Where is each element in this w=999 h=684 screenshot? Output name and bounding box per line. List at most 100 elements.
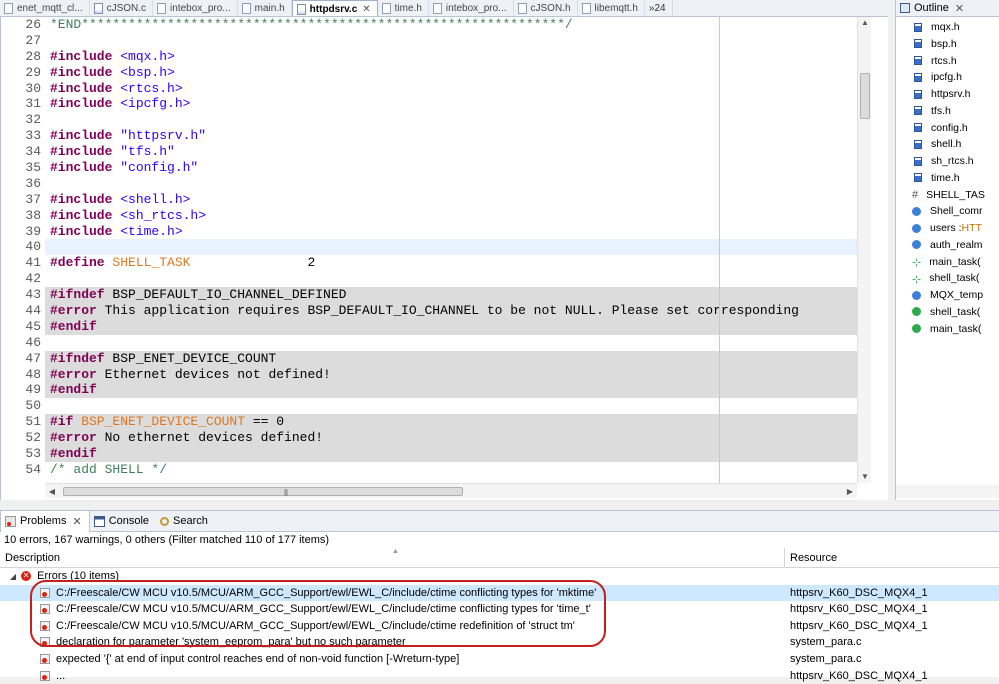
more-tabs-button[interactable]: »24: [645, 0, 673, 16]
outline-item[interactable]: shell.h: [914, 136, 961, 152]
code-line[interactable]: #include <shell.h>: [45, 192, 857, 208]
code-line[interactable]: #include <bsp.h>: [45, 65, 857, 81]
outline-item[interactable]: users : HTT: [912, 220, 982, 236]
code-editor[interactable]: 26 27 28 29 30 31 32 33 34 35 36 37 38 39 40 41 42 43 44 45…: [0, 17, 888, 500]
outline-item-label: main_task(: [930, 322, 982, 335]
code-line[interactable]: #include <mqx.h>: [45, 49, 857, 65]
view-tab-search[interactable]: Search: [156, 511, 215, 532]
outline-item[interactable]: Shell_comr: [912, 203, 983, 219]
outline-item-label: bsp.h: [931, 37, 957, 50]
code-line[interactable]: #error Ethernet devices not defined!: [45, 366, 857, 383]
outline-item[interactable]: # SHELL_TAS: [912, 187, 985, 203]
line-number: 29: [25, 64, 41, 80]
outline-item[interactable]: mqx.h: [914, 19, 960, 35]
line-number: 52: [25, 430, 41, 446]
code-line[interactable]: #include <ipcfg.h>: [45, 96, 857, 112]
editor-tab[interactable]: time.h: [378, 0, 429, 16]
code-line[interactable]: #if BSP_ENET_DEVICE_COUNT == 0: [45, 414, 857, 431]
editor-tab[interactable]: intebox_pro...: [429, 0, 514, 16]
outline-item[interactable]: rtcs.h: [914, 53, 957, 69]
view-tab-console[interactable]: Console: [90, 511, 156, 532]
scroll-right-arrow-icon[interactable]: ▶: [843, 484, 857, 499]
scroll-left-arrow-icon[interactable]: ◀: [45, 484, 59, 499]
editor-tab[interactable]: cJSON.c: [90, 0, 154, 16]
outline-item[interactable]: ipcfg.h: [914, 69, 962, 85]
code-line[interactable]: [45, 271, 857, 287]
variable-icon: [912, 206, 921, 216]
outline-item[interactable]: MQX_temp: [912, 287, 983, 303]
scrollbar-thumb[interactable]: [860, 73, 870, 119]
code-line[interactable]: #include "httpsrv.h": [45, 128, 857, 144]
close-icon[interactable]: ✕: [955, 2, 964, 15]
outline-item[interactable]: httpsrv.h: [914, 86, 971, 102]
code-line[interactable]: #error This application requires BSP_DEF…: [45, 303, 857, 319]
code-line[interactable]: #endif: [45, 382, 857, 399]
outline-item[interactable]: auth_realm: [912, 237, 983, 253]
outline-item[interactable]: time.h: [914, 170, 960, 186]
outline-item[interactable]: bsp.h: [914, 36, 957, 52]
code-line[interactable]: [45, 335, 857, 351]
code-line[interactable]: [45, 176, 857, 192]
editor-tab[interactable]: cJSON.h: [514, 0, 578, 16]
outline-tab[interactable]: Outline ✕: [896, 0, 999, 17]
editor-tab[interactable]: libemqtt.h: [578, 0, 645, 16]
code-line[interactable]: [45, 33, 857, 49]
editor-vertical-scrollbar[interactable]: ▲ ▼: [857, 17, 871, 483]
code-line[interactable]: #ifndef BSP_ENET_DEVICE_COUNT: [45, 350, 857, 367]
code-line[interactable]: [45, 239, 857, 256]
view-tab-label: Problems: [20, 515, 67, 527]
outline-item[interactable]: main_task(: [912, 321, 982, 337]
column-header-resource[interactable]: Resource: [785, 548, 999, 568]
editor-tab[interactable]: httpdsrv.c ✕: [291, 0, 378, 16]
outline-item[interactable]: ⊹ shell_task(: [912, 270, 980, 286]
outline-item[interactable]: ⊹ main_task(: [912, 254, 981, 270]
outline-item[interactable]: tfs.h: [914, 103, 951, 119]
problem-row[interactable]: C:/Freescale/CW MCU v10.5/MCU/ARM_GCC_Su…: [0, 584, 999, 602]
code-line[interactable]: [45, 398, 857, 414]
code-line[interactable]: #include <sh_rtcs.h>: [45, 208, 857, 224]
code-line[interactable]: #error No ethernet devices defined!: [45, 430, 857, 447]
code-line[interactable]: [45, 112, 857, 128]
editor-tab[interactable]: intebox_pro...: [153, 0, 238, 16]
problem-row[interactable]: declaration for parameter 'system_eeprom…: [0, 634, 999, 651]
editor-horizontal-scrollbar[interactable]: ◀ ⦀ ▶: [45, 483, 857, 498]
error-marker-icon: [40, 637, 50, 648]
outline-item[interactable]: shell_task(: [912, 304, 980, 320]
expand-triangle-icon[interactable]: ◢: [8, 569, 18, 585]
problem-row[interactable]: C:/Freescale/CW MCU v10.5/MCU/ARM_GCC_Su…: [0, 601, 999, 618]
outline-horizontal-scrollbar[interactable]: [896, 485, 999, 498]
editor-tab[interactable]: enet_mqtt_cl...: [0, 0, 90, 16]
code-line[interactable]: #include "config.h": [45, 160, 857, 176]
problem-row[interactable]: ... httpsrv_K60_DSC_MQX4_1: [0, 668, 999, 684]
code-line[interactable]: #endif: [45, 446, 857, 462]
code-line[interactable]: #define SHELL_TASK 2: [45, 255, 857, 271]
view-tab-problems[interactable]: Problems ✕: [0, 510, 90, 532]
problem-description: declaration for parameter 'system_eeprom…: [56, 636, 406, 649]
code-line[interactable]: /* add SHELL */: [45, 462, 857, 478]
error-group-row[interactable]: ◢ ✕ Errors (10 items): [0, 568, 999, 585]
scroll-down-arrow-icon[interactable]: ▼: [858, 471, 872, 483]
outline-item[interactable]: config.h: [914, 120, 968, 136]
problem-description: C:/Freescale/CW MCU v10.5/MCU/ARM_GCC_Su…: [56, 619, 575, 632]
code-line[interactable]: *END************************************…: [45, 17, 857, 33]
scrollbar-thumb[interactable]: ⦀: [63, 487, 463, 498]
editor-tab[interactable]: main.h: [238, 0, 292, 16]
line-number: 47: [25, 350, 41, 366]
problem-row[interactable]: expected '{' at end of input control rea…: [0, 651, 999, 668]
code-text: <shell.h>: [112, 191, 191, 207]
outline-item-label: shell_task(: [929, 272, 980, 285]
file-icon: [581, 3, 591, 14]
outline-item[interactable]: sh_rtcs.h: [914, 153, 974, 169]
close-icon[interactable]: ✕: [72, 515, 81, 528]
code-line[interactable]: #endif: [45, 318, 857, 335]
code-line[interactable]: #ifndef BSP_DEFAULT_IO_CHANNEL_DEFINED: [45, 287, 857, 304]
close-icon[interactable]: ✕: [362, 4, 370, 15]
code-line[interactable]: #include <rtcs.h>: [45, 81, 857, 97]
code-line[interactable]: #include <time.h>: [45, 224, 857, 240]
code-text: <sh_rtcs.h>: [112, 207, 207, 223]
code-line[interactable]: #include "tfs.h": [45, 144, 857, 160]
code-area[interactable]: *END************************************…: [45, 17, 857, 483]
scroll-up-arrow-icon[interactable]: ▲: [858, 17, 872, 29]
problem-row[interactable]: C:/Freescale/CW MCU v10.5/MCU/ARM_GCC_Su…: [0, 618, 999, 635]
code-text: 2: [190, 255, 316, 271]
